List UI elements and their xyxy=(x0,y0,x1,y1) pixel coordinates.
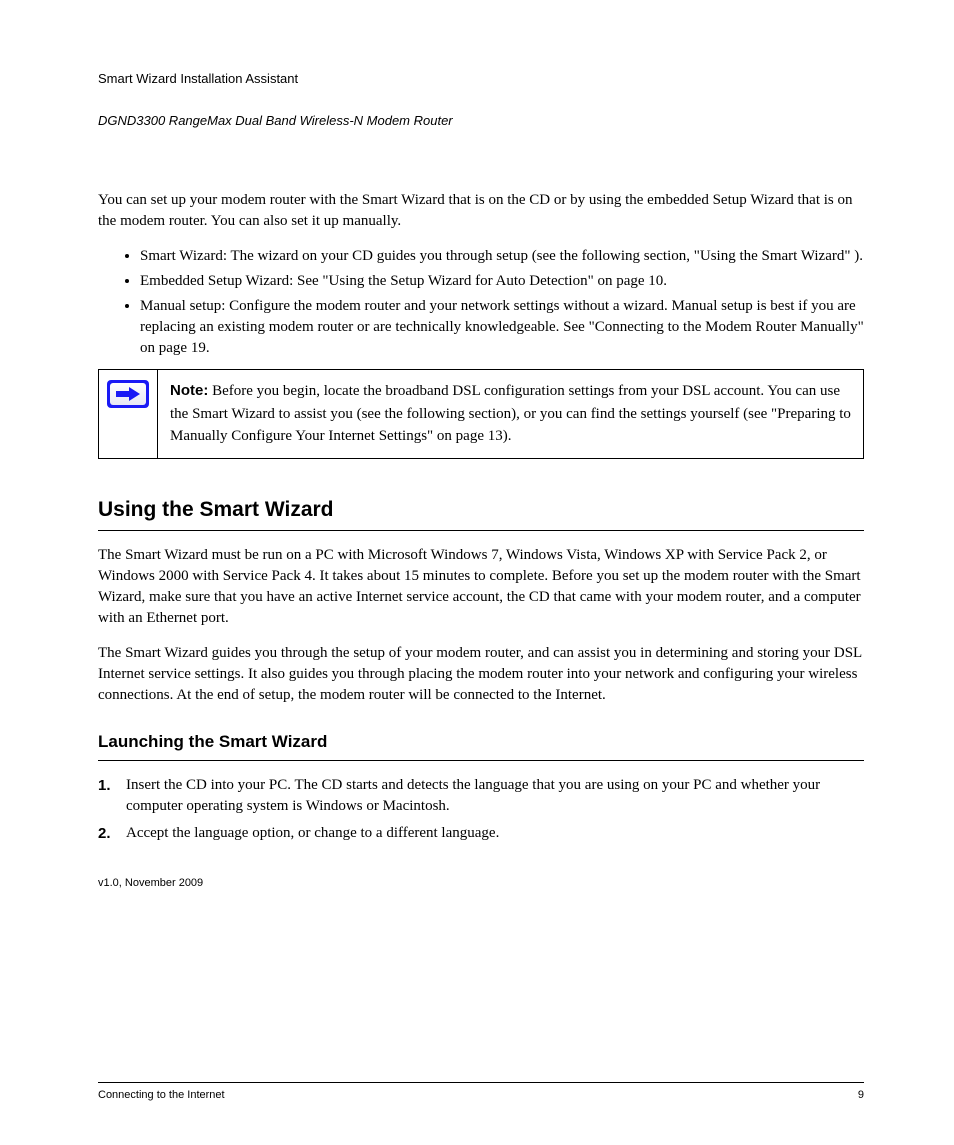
arrow-right-icon xyxy=(107,380,149,408)
list-item: Embedded Setup Wizard: See "Using the Se… xyxy=(140,271,864,292)
intro-paragraph: You can set up your modem router with th… xyxy=(98,190,864,232)
product-name: DGND3300 RangeMax Dual Band Wireless-N M… xyxy=(98,112,864,130)
footer-left: Connecting to the Internet xyxy=(98,1089,225,1101)
list-item: Manual setup: Configure the modem router… xyxy=(140,296,864,359)
step-item: 1. Insert the CD into your PC. The CD st… xyxy=(98,775,864,817)
section-paragraph: The Smart Wizard must be run on a PC wit… xyxy=(98,545,864,629)
section-paragraph: The Smart Wizard guides you through the … xyxy=(98,643,864,706)
section-heading: Using the Smart Wizard xyxy=(98,495,864,531)
note-text: Before you begin, locate the broadband D… xyxy=(170,383,851,444)
page-footer: Connecting to the Internet 9 xyxy=(98,1082,864,1101)
document-page: Smart Wizard Installation Assistant DGND… xyxy=(0,0,954,891)
footer-page-number: 9 xyxy=(858,1089,864,1101)
steps-list: 1. Insert the CD into your PC. The CD st… xyxy=(98,775,864,844)
subsection-heading: Launching the Smart Wizard xyxy=(98,730,864,761)
step-text: Insert the CD into your PC. The CD start… xyxy=(126,775,864,817)
step-item: 2. Accept the language option, or change… xyxy=(98,823,864,844)
version-date: v1.0, November 2009 xyxy=(98,876,864,891)
doc-title: Smart Wizard Installation Assistant xyxy=(98,70,864,88)
note-box: Note: Before you begin, locate the broad… xyxy=(98,369,864,459)
note-label: Note: xyxy=(170,382,208,399)
step-text: Accept the language option, or change to… xyxy=(126,823,499,844)
note-content: Note: Before you begin, locate the broad… xyxy=(158,370,864,459)
step-number: 1. xyxy=(98,775,126,817)
option-list: Smart Wizard: The wizard on your CD guid… xyxy=(122,246,864,359)
step-number: 2. xyxy=(98,823,126,844)
note-icon-cell xyxy=(99,370,158,459)
list-item: Smart Wizard: The wizard on your CD guid… xyxy=(140,246,864,267)
